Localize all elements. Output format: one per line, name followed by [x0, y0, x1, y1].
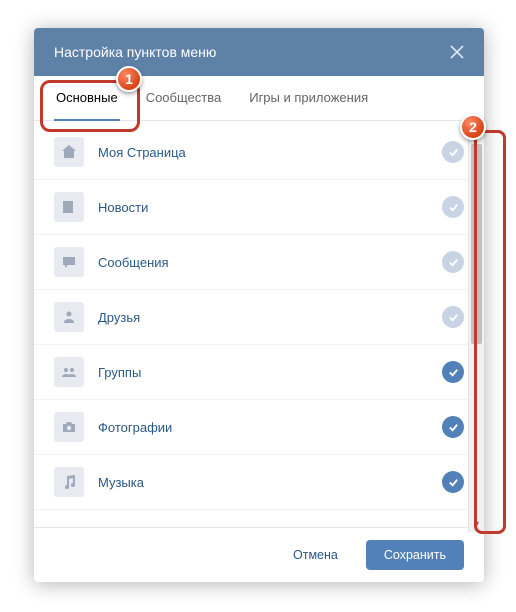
list-item[interactable]: Музыка [34, 455, 484, 510]
list-item-label: Фотографии [98, 420, 428, 435]
modal-footer: Отмена Сохранить [34, 527, 484, 582]
annotation-pin-2: 2 [460, 114, 486, 140]
list-item-label: Музыка [98, 475, 428, 490]
list-item[interactable]: Новости [34, 180, 484, 235]
scrollbar[interactable]: ▲ ▼ [468, 126, 484, 532]
menu-items-list: Моя Страница Новости Сообщения Друзья Группы… [34, 121, 484, 527]
scrollbar-thumb[interactable] [471, 144, 482, 344]
list-item[interactable]: Сообщения [34, 235, 484, 290]
group-icon [54, 357, 84, 387]
check-toggle[interactable] [442, 306, 464, 328]
modal-title: Настройка пунктов меню [54, 44, 216, 60]
camera-icon [54, 412, 84, 442]
modal-header: Настройка пунктов меню [34, 28, 484, 76]
list-item[interactable]: Группы [34, 345, 484, 400]
list-item-label: Новости [98, 200, 428, 215]
list-item[interactable]: Моя Страница [34, 125, 484, 180]
tab-basic[interactable]: Основные [54, 76, 120, 121]
list-item[interactable]: Друзья [34, 290, 484, 345]
home-icon [54, 137, 84, 167]
check-toggle[interactable] [442, 141, 464, 163]
check-toggle[interactable] [442, 196, 464, 218]
news-icon [54, 192, 84, 222]
save-button[interactable]: Сохранить [366, 540, 464, 570]
tabs-bar: Основные Сообщества Игры и приложения [34, 76, 484, 121]
check-toggle[interactable] [442, 251, 464, 273]
check-toggle[interactable] [442, 361, 464, 383]
check-toggle[interactable] [442, 471, 464, 493]
list-item-label: Друзья [98, 310, 428, 325]
check-toggle[interactable] [442, 416, 464, 438]
scroll-down-icon[interactable]: ▼ [469, 516, 484, 532]
people-icon [54, 302, 84, 332]
chat-icon [54, 247, 84, 277]
list-item-label: Моя Страница [98, 145, 428, 160]
list-item-label: Группы [98, 365, 428, 380]
tab-games-apps[interactable]: Игры и приложения [247, 76, 370, 121]
music-icon [54, 467, 84, 497]
list-item-label: Сообщения [98, 255, 428, 270]
menu-settings-modal: Настройка пунктов меню Основные Сообщест… [34, 28, 484, 582]
annotation-pin-1: 1 [116, 66, 142, 92]
close-icon[interactable] [450, 45, 464, 59]
cancel-button[interactable]: Отмена [275, 540, 356, 570]
list-item[interactable]: Фотографии [34, 400, 484, 455]
tab-communities[interactable]: Сообщества [144, 76, 224, 121]
